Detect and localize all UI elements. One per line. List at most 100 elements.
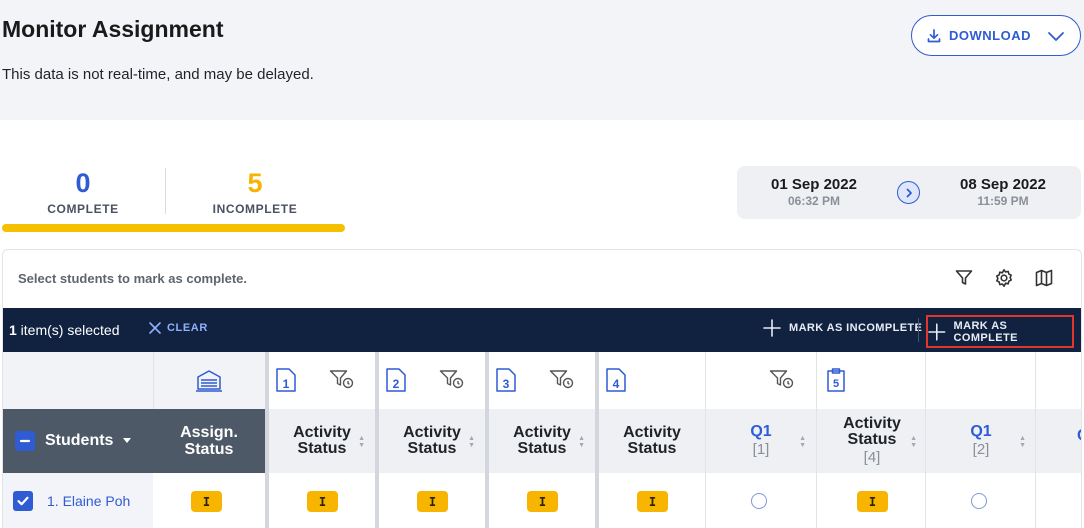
selected-count: 1 item(s) selected (9, 322, 120, 338)
activity-status-badge: I (307, 491, 338, 512)
students-column-header[interactable]: Students (3, 409, 153, 473)
mark-incomplete-button[interactable]: MARK AS INCOMPLETE (763, 319, 922, 337)
assign-header-line1: Assign. (180, 424, 238, 441)
complete-stat[interactable]: 0 COMPLETE (2, 168, 164, 216)
activity-icon-row: 1 2 3 4 5 (3, 352, 1081, 409)
column-divider (816, 352, 817, 528)
assignment-icon-cell (153, 352, 265, 409)
activity-status-header[interactable]: Activity Status (599, 409, 705, 473)
header-line1: Activity (513, 424, 571, 441)
incomplete-label: INCOMPLETE (212, 202, 298, 216)
header-line2: Status (407, 440, 457, 457)
sort-icon: ▲ ▼ (910, 435, 917, 449)
activity-status-header[interactable]: Activity Status ▲ ▼ (489, 409, 595, 473)
column-divider (1035, 352, 1036, 528)
activity-status-badge: I (857, 491, 888, 512)
activity-5-number: 5 (833, 378, 839, 390)
filter-clock-icon[interactable] (439, 369, 465, 391)
sort-down-icon (123, 438, 132, 443)
header-line1: Activity (843, 415, 901, 432)
selected-count-number: 1 (9, 322, 17, 338)
incomplete-count: 5 (247, 168, 263, 198)
date-range: 01 Sep 2022 06:32 PM 08 Sep 2022 11:59 P… (737, 166, 1081, 219)
question-label: Q1 (970, 423, 992, 440)
mark-complete-button[interactable]: MARK AS COMPLETE (926, 315, 1074, 348)
activity-2-number: 2 (393, 377, 400, 391)
settings-icon[interactable] (993, 267, 1015, 289)
row-checkbox[interactable] (13, 491, 33, 511)
panel-header: Select students to mark as complete. (3, 250, 1081, 308)
filter-clock-icon[interactable] (549, 369, 575, 391)
assignment-icon (196, 370, 222, 392)
selected-count-suffix: item(s) selected (16, 322, 120, 338)
question-index: [1] (752, 441, 770, 458)
select-all-checkbox[interactable] (15, 431, 35, 451)
plus-icon (928, 322, 946, 341)
mark-incomplete-label: MARK AS INCOMPLETE (789, 322, 923, 334)
activity-status-header[interactable]: Activity Status ▲ ▼ (269, 409, 375, 473)
header-line1: Activity (403, 424, 461, 441)
question-header[interactable]: Q1 [2] ▲ ▼ (926, 409, 1036, 473)
incomplete-progress-bar (2, 224, 345, 232)
check-icon (17, 496, 29, 506)
question-status-ring (971, 493, 987, 509)
page-subtitle: This data is not real-time, and may be d… (2, 66, 314, 83)
end-time: 11:59 PM (977, 194, 1029, 208)
filter-clock-icon[interactable] (329, 369, 355, 391)
student-name-link[interactable]: 1. Elaine Poh (47, 493, 130, 509)
header-line1: Activity (293, 424, 351, 441)
sort-icon: ▲ ▼ (1019, 435, 1026, 449)
activity-status-badge: I (417, 491, 448, 512)
header-line2: Status (517, 440, 567, 457)
column-divider (705, 352, 706, 528)
sort-icon: ▲ ▼ (468, 435, 475, 449)
students-panel: Select students to mark as complete. 1 i… (2, 249, 1082, 528)
panel-hint: Select students to mark as complete. (18, 271, 248, 286)
assign-status-header[interactable]: Assign. Status (153, 409, 265, 473)
activity-status-header[interactable]: Activity Status [4] ▲ ▼ (817, 409, 927, 473)
download-button[interactable]: DOWNLOAD (911, 15, 1081, 56)
filter-icon[interactable] (953, 267, 975, 289)
clear-label: CLEAR (167, 322, 208, 334)
end-date: 08 Sep 2022 (960, 176, 1046, 193)
activity-3-number: 3 (503, 377, 510, 391)
student-name-cell: 1. Elaine Poh (3, 473, 153, 528)
end-date-block: 08 Sep 2022 11:59 PM (947, 176, 1059, 208)
filter-clock-icon[interactable] (769, 369, 795, 391)
chevron-down-icon (1048, 31, 1064, 41)
map-icon[interactable] (1033, 267, 1055, 289)
header-line2: Status (627, 440, 677, 457)
activity-3-icon: 3 (496, 368, 516, 392)
sort-icon: ▲ ▼ (358, 435, 365, 449)
column-group-separator (265, 352, 269, 528)
page-title: Monitor Assignment (2, 16, 224, 42)
question-header[interactable]: Q1 [1] ▲ ▼ (706, 409, 816, 473)
activity-1-icon: 1 (276, 368, 296, 392)
activity-status-header[interactable]: Activity Status ▲ ▼ (379, 409, 485, 473)
sort-icon: ▲ ▼ (578, 435, 585, 449)
question-label: Q1 (750, 423, 772, 440)
complete-count: 0 (75, 168, 91, 198)
plus-icon (763, 319, 781, 337)
table-header-row: Students Assign. Status Activity Status … (3, 409, 1081, 473)
completion-summary: 0 COMPLETE 5 INCOMPLETE (0, 160, 346, 235)
activity-1-number: 1 (283, 377, 290, 391)
column-divider (925, 352, 926, 528)
activity-2-icon: 2 (386, 368, 406, 392)
download-icon (927, 28, 941, 42)
assign-header-line2: Status (184, 441, 234, 458)
close-icon (149, 322, 161, 334)
activity-status-badge: I (527, 491, 558, 512)
start-date: 01 Sep 2022 (771, 176, 857, 193)
truncated-column-header: Q (1077, 427, 1081, 445)
header-line3: [4] (863, 449, 881, 466)
arrow-right-icon (897, 181, 920, 204)
activity-5-icon: 5 (827, 368, 845, 392)
incomplete-stat[interactable]: 5 INCOMPLETE (166, 168, 344, 216)
question-index: [2] (972, 441, 990, 458)
complete-label: COMPLETE (47, 202, 119, 216)
column-group-separator (595, 352, 599, 528)
column-group-separator (485, 352, 489, 528)
start-date-block: 01 Sep 2022 06:32 PM (759, 176, 869, 208)
clear-button[interactable]: CLEAR (148, 321, 208, 335)
